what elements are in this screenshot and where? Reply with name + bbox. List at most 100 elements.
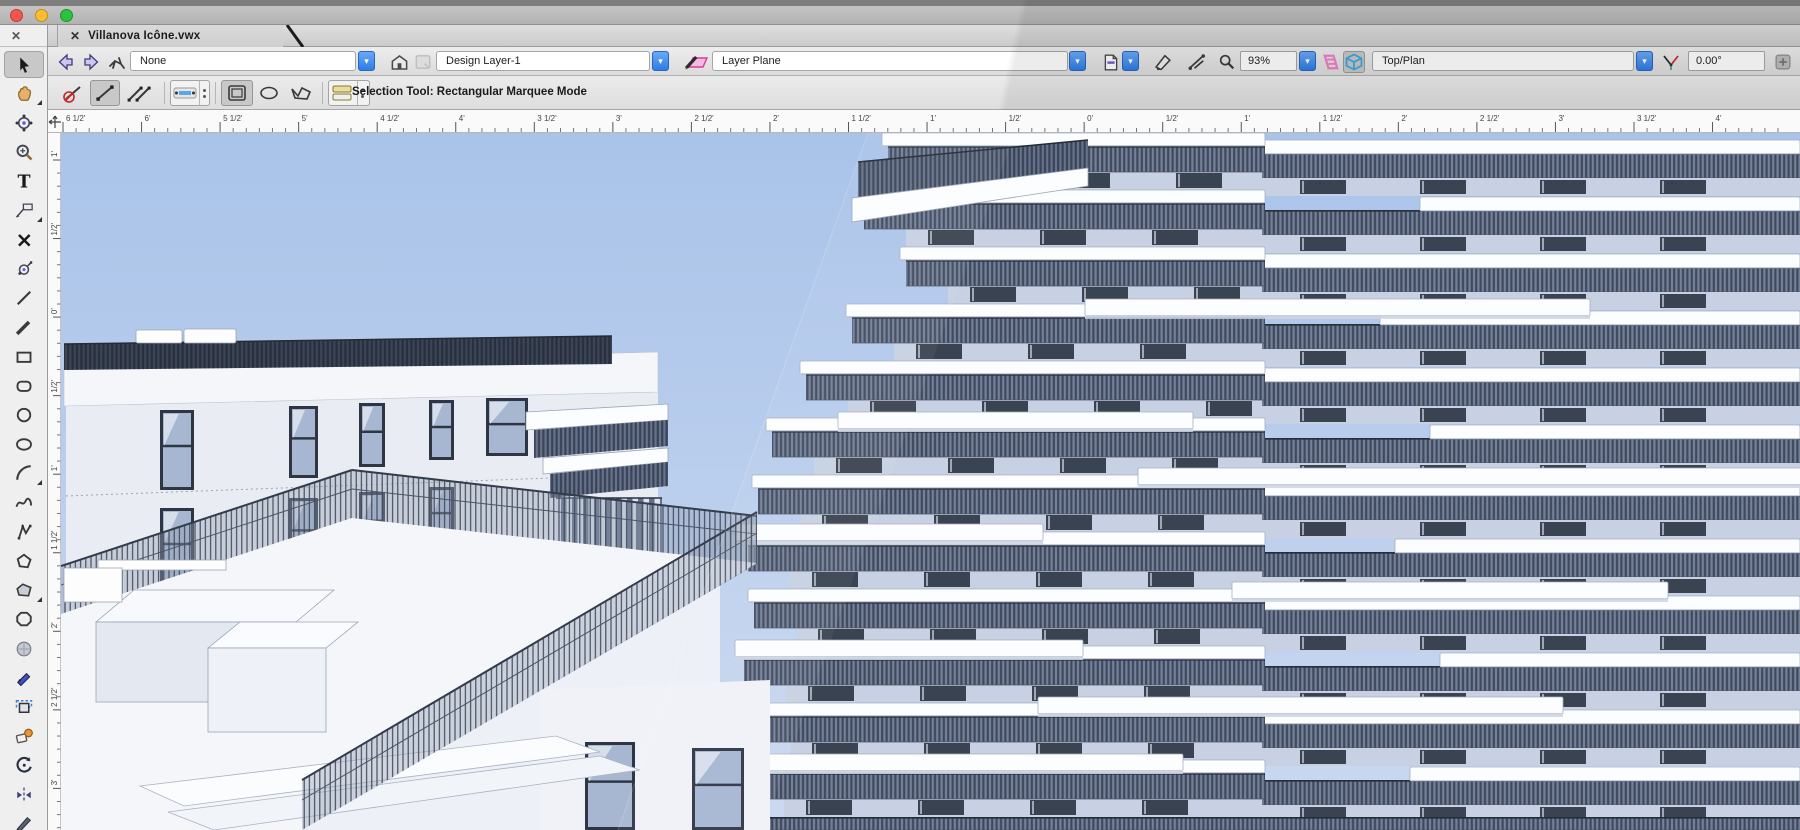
double-polygon-tool-icon bbox=[16, 583, 32, 597]
document-settings-chevron[interactable]: ▾ bbox=[1122, 51, 1139, 71]
mode-separator bbox=[215, 82, 216, 104]
vectorworks-window: ✕ Villanova Icône.vwx None ▾ Design Laye… bbox=[0, 0, 1800, 830]
rotation-field[interactable]: 0.00° bbox=[1688, 51, 1765, 71]
mode-group-interactive-scaling[interactable] bbox=[170, 80, 210, 106]
rectangle-tool[interactable] bbox=[4, 343, 44, 370]
svg-text:3': 3' bbox=[50, 779, 59, 785]
regular-polygon-tool[interactable] bbox=[4, 606, 44, 633]
plane-chevron[interactable]: ▾ bbox=[1069, 51, 1086, 71]
palette-header[interactable]: ✕ bbox=[0, 25, 47, 47]
dimension-tool-icon bbox=[15, 203, 33, 218]
active-plane-icon[interactable] bbox=[682, 51, 710, 73]
zoom-window-button[interactable] bbox=[60, 9, 73, 22]
svg-text:2': 2' bbox=[50, 622, 59, 628]
polygon-tool-icon bbox=[16, 553, 32, 569]
zoom-tool[interactable] bbox=[4, 139, 44, 166]
tab-title: Villanova Icône.vwx bbox=[88, 30, 201, 42]
drafting-aid-icon[interactable] bbox=[1186, 51, 1208, 73]
circle-tool-icon bbox=[16, 407, 32, 423]
oval-tool[interactable] bbox=[4, 431, 44, 458]
document-context-dropdown[interactable]: None bbox=[130, 51, 356, 71]
view-dropdown[interactable]: Top/Plan bbox=[1372, 51, 1634, 71]
zoom-level-field[interactable]: 93% bbox=[1240, 51, 1297, 71]
rotate-tool[interactable] bbox=[4, 752, 44, 779]
pan-tool[interactable] bbox=[4, 80, 44, 107]
mode-single-object[interactable] bbox=[90, 80, 120, 106]
horizontal-ruler: 6 1/2' 6' 5 1/2' 5' 4 1/2' 4' 3 1/2' 3' 2 1/2' 2'… bbox=[48, 110, 1800, 133]
oval-tool-icon bbox=[16, 438, 32, 451]
render-mode-icon[interactable] bbox=[1152, 51, 1174, 73]
move-3d-tool[interactable] bbox=[4, 255, 44, 282]
text-tool[interactable]: T bbox=[4, 168, 44, 195]
viewport-3d-model bbox=[60, 132, 1800, 830]
move-3d-tool-icon bbox=[18, 261, 33, 275]
vertical-ruler: 1' 1/2' 0' 1/2' 1' 1 1/2' 2' 2 1/2' 3' bbox=[48, 133, 61, 830]
palette-close-icon[interactable]: ✕ bbox=[11, 29, 21, 43]
document-settings-icon[interactable] bbox=[1100, 51, 1122, 73]
zoom-level-chevron[interactable]: ▾ bbox=[1299, 51, 1316, 71]
zoom-line-icon[interactable] bbox=[1216, 51, 1238, 73]
drawing-viewport[interactable] bbox=[60, 132, 1800, 830]
mode-lasso-marquee[interactable] bbox=[255, 80, 283, 106]
close-window-button[interactable] bbox=[10, 9, 23, 22]
clip-cube-tool[interactable] bbox=[4, 693, 44, 720]
toolbar-overflow-icon[interactable] bbox=[1772, 51, 1794, 73]
view-chevron[interactable]: ▾ bbox=[1636, 51, 1653, 71]
mode-group-dots bbox=[199, 81, 208, 105]
sphere-tool-icon bbox=[16, 641, 32, 656]
back-button[interactable] bbox=[55, 51, 77, 73]
double-polygon-tool[interactable] bbox=[4, 577, 44, 604]
circle-tool[interactable] bbox=[4, 401, 44, 428]
reshape-tool[interactable] bbox=[4, 810, 44, 830]
mode-separator bbox=[322, 82, 323, 104]
eyedropper-tool[interactable] bbox=[4, 723, 44, 750]
callout-tool[interactable] bbox=[4, 664, 44, 691]
svg-text:4': 4' bbox=[1716, 114, 1722, 123]
forward-button[interactable] bbox=[80, 51, 102, 73]
layer-dropdown[interactable]: Design Layer-1 bbox=[436, 51, 650, 71]
plane-dropdown[interactable]: Layer Plane bbox=[712, 51, 1068, 71]
svg-text:3': 3' bbox=[1558, 114, 1564, 123]
svg-text:5': 5' bbox=[302, 114, 308, 123]
mode-disabled-interactive[interactable] bbox=[58, 80, 88, 106]
selection-tool[interactable] bbox=[4, 51, 44, 78]
line-tool-icon bbox=[16, 291, 32, 306]
navigation-graphics-icon[interactable] bbox=[106, 51, 128, 73]
screen-top-strip bbox=[0, 0, 1800, 6]
svg-text:1 1/2': 1 1/2' bbox=[852, 114, 872, 123]
double-line-tool[interactable] bbox=[4, 314, 44, 341]
mode-polygon-marquee[interactable] bbox=[285, 80, 317, 106]
flyover-tool[interactable] bbox=[4, 109, 44, 136]
minimize-window-button[interactable] bbox=[35, 9, 48, 22]
mirror-tool[interactable] bbox=[4, 781, 44, 808]
delete-tool[interactable] bbox=[4, 226, 44, 253]
arc-tool[interactable] bbox=[4, 460, 44, 487]
freehand-tool[interactable] bbox=[4, 489, 44, 516]
svg-text:1': 1' bbox=[930, 114, 936, 123]
unified-view-icon[interactable] bbox=[1320, 51, 1342, 73]
rounded-rectangle-tool[interactable] bbox=[4, 372, 44, 399]
svg-text:2 1/2': 2 1/2' bbox=[50, 687, 59, 707]
sphere-tool[interactable] bbox=[4, 635, 44, 662]
saved-views-icon[interactable] bbox=[388, 51, 410, 73]
layer-chevron[interactable]: ▾ bbox=[652, 51, 669, 71]
dimension-tool[interactable] bbox=[4, 197, 44, 224]
callout-tool-icon bbox=[17, 672, 31, 686]
mode-multiple-objects[interactable] bbox=[122, 80, 158, 106]
clip-cube-icon[interactable] bbox=[1343, 51, 1365, 73]
window-titlebar bbox=[0, 0, 1800, 25]
tab-close-icon[interactable]: ✕ bbox=[70, 29, 80, 43]
more-tools-flick bbox=[37, 596, 42, 602]
svg-text:5 1/2': 5 1/2' bbox=[223, 114, 243, 123]
line-tool[interactable] bbox=[4, 285, 44, 312]
svg-text:2': 2' bbox=[1401, 114, 1407, 123]
polyline-tool[interactable] bbox=[4, 518, 44, 545]
polygon-tool[interactable] bbox=[4, 547, 44, 574]
clip-cube-tool-icon bbox=[15, 699, 33, 713]
working-plane-axes-icon[interactable] bbox=[1660, 51, 1682, 73]
document-context-chevron[interactable]: ▾ bbox=[358, 51, 375, 71]
mode-rectangular-marquee[interactable] bbox=[221, 80, 253, 106]
document-tab[interactable]: ✕ Villanova Icône.vwx bbox=[57, 25, 283, 47]
svg-text:0': 0' bbox=[50, 308, 59, 314]
svg-text:3 1/2': 3 1/2' bbox=[1637, 114, 1657, 123]
